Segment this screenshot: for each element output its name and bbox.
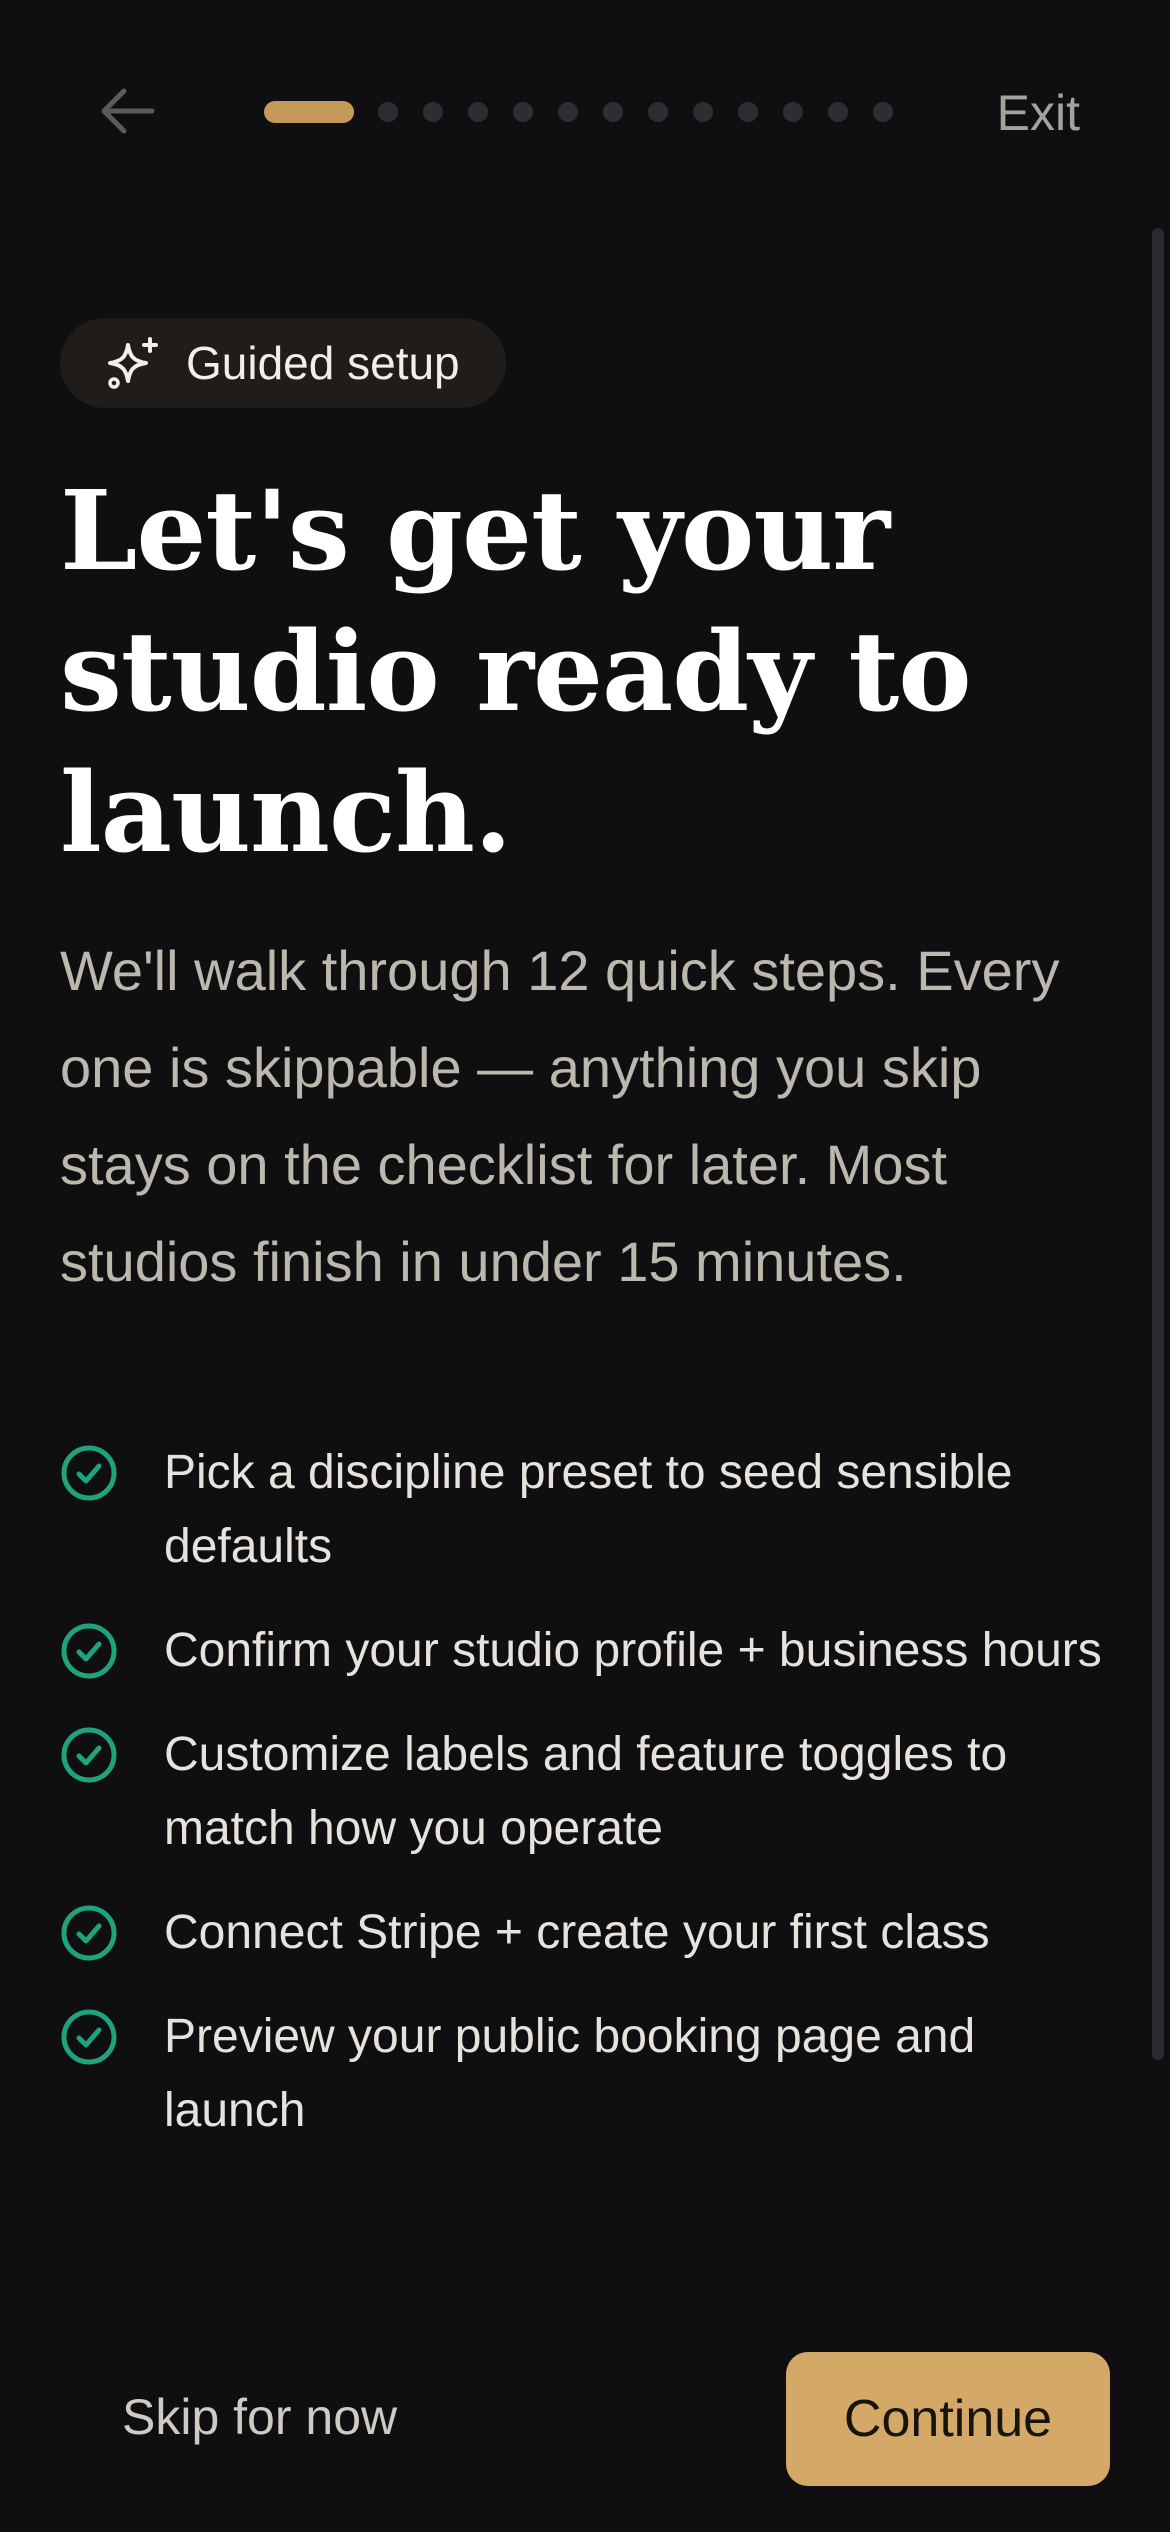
back-button[interactable] <box>92 80 162 146</box>
intro-paragraph: We'll walk through 12 quick steps. Every… <box>60 939 1060 1293</box>
continue-button[interactable]: Continue <box>786 2352 1110 2486</box>
list-item-text: Pick a discipline preset to seed sensibl… <box>164 1446 1013 1573</box>
progress-dot-5 <box>513 102 533 122</box>
list-item: Customize labels and feature toggles to … <box>60 1718 1110 1866</box>
arrow-left-icon <box>98 86 156 141</box>
progress-dot-4 <box>468 102 488 122</box>
progress-dot-7 <box>603 102 623 122</box>
check-circle-icon <box>60 1622 118 1680</box>
progress-dot-2 <box>378 102 398 122</box>
exit-button[interactable]: Exit <box>997 80 1080 146</box>
scrollbar[interactable] <box>1152 228 1164 2060</box>
list-item: Preview your public booking page and lau… <box>60 2000 1110 2148</box>
progress-dot-9 <box>693 102 713 122</box>
page-title: Let's get your studio ready to launch. <box>60 466 972 877</box>
progress-dot-1 <box>264 101 354 123</box>
progress-dot-12 <box>828 102 848 122</box>
list-item-text: Customize labels and feature toggles to … <box>164 1728 1008 1855</box>
skip-for-now-button[interactable]: Skip for now <box>92 2352 427 2482</box>
check-circle-icon <box>60 1904 118 1962</box>
list-item: Connect Stripe + create your first class <box>60 1896 1110 1970</box>
progress-dot-11 <box>783 102 803 122</box>
progress-dot-8 <box>648 102 668 122</box>
list-item-text: Connect Stripe + create your first class <box>164 1906 990 1959</box>
setup-steps-list: Pick a discipline preset to seed sensibl… <box>60 1436 1110 2178</box>
step-progress-indicator <box>264 101 893 123</box>
sparkles-icon <box>106 335 162 391</box>
progress-dot-3 <box>423 102 443 122</box>
progress-dot-10 <box>738 102 758 122</box>
badge-label: Guided setup <box>186 337 460 389</box>
check-circle-icon <box>60 1726 118 1784</box>
list-item-text: Confirm your studio profile + business h… <box>164 1624 1102 1677</box>
list-item-text: Preview your public booking page and lau… <box>164 2010 976 2137</box>
check-circle-icon <box>60 1444 118 1502</box>
list-item: Confirm your studio profile + business h… <box>60 1614 1110 1688</box>
progress-dot-6 <box>558 102 578 122</box>
guided-setup-badge: Guided setup <box>60 318 506 408</box>
check-circle-icon <box>60 2008 118 2066</box>
progress-dot-13 <box>873 102 893 122</box>
list-item: Pick a discipline preset to seed sensibl… <box>60 1436 1110 1584</box>
